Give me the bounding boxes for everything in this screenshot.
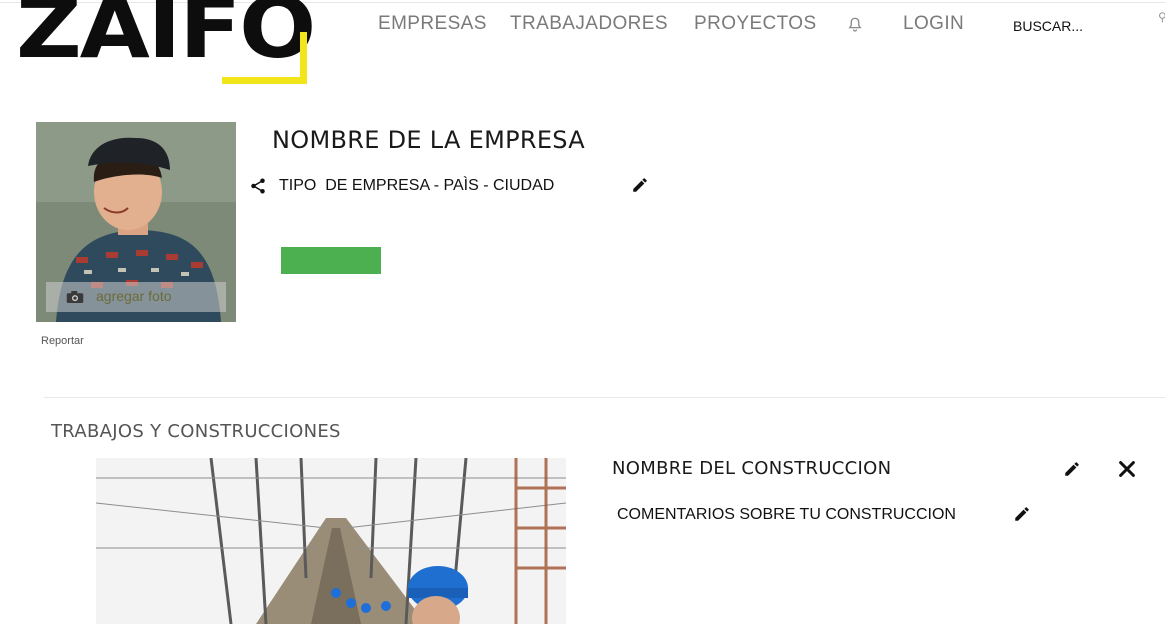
- profile-avatar: agregar foto: [36, 122, 236, 322]
- camera-icon: [66, 291, 84, 303]
- search-icon[interactable]: ⚲: [1158, 10, 1165, 24]
- company-name: NOMBRE DE LA EMPRESA: [272, 126, 586, 154]
- bell-icon[interactable]: [846, 15, 864, 35]
- company-meta: TIPO DE EMPRESA - PAÌS - CIUDAD: [279, 177, 555, 194]
- report-link[interactable]: Reportar: [41, 335, 84, 347]
- construction-photo: [96, 458, 566, 624]
- edit-construction-comment-pencil-icon[interactable]: [1013, 505, 1031, 523]
- construction-image: [96, 458, 566, 624]
- search-input[interactable]: [1013, 16, 1153, 36]
- section-divider: [44, 397, 1165, 398]
- close-icon[interactable]: [1116, 458, 1138, 480]
- edit-construction-title-pencil-icon[interactable]: [1063, 460, 1081, 478]
- nav-trabajadores[interactable]: TRABAJADORES: [510, 13, 668, 35]
- add-photo-button[interactable]: agregar foto: [46, 282, 226, 312]
- logo[interactable]: ZAIFO: [14, 0, 316, 92]
- nav-login[interactable]: LOGIN: [903, 13, 964, 35]
- green-action-button[interactable]: [281, 247, 381, 274]
- add-photo-label: agregar foto: [96, 288, 172, 304]
- section-title: TRABAJOS Y CONSTRUCCIONES: [51, 421, 341, 442]
- share-icon[interactable]: [249, 177, 267, 195]
- nav-empresas[interactable]: EMPRESAS: [378, 13, 487, 35]
- edit-company-pencil-icon[interactable]: [631, 176, 649, 194]
- construction-title: NOMBRE DEL CONSTRUCCION: [612, 458, 892, 479]
- logo-accent-bracket: [222, 32, 307, 84]
- nav-proyectos[interactable]: PROYECTOS: [694, 13, 817, 35]
- construction-comment: COMENTARIOS SOBRE TU CONSTRUCCION: [617, 506, 956, 523]
